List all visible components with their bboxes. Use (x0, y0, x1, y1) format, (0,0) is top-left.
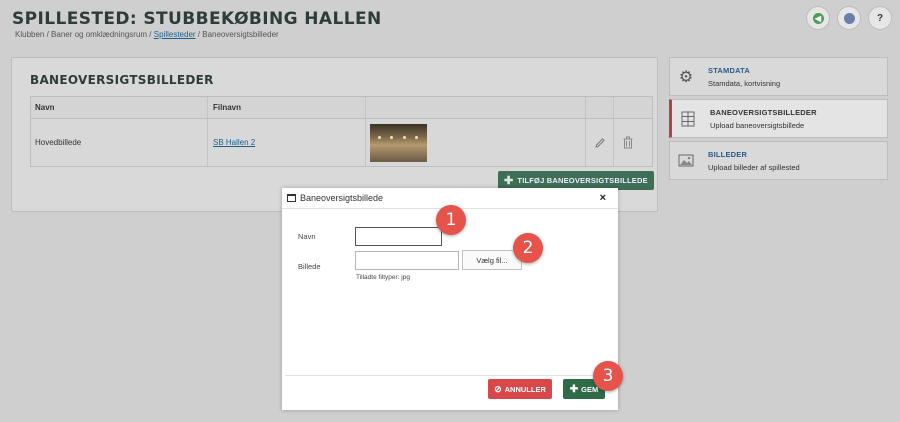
cancel-button[interactable]: ⊘ ANNULLER (488, 379, 552, 399)
arrow-left-icon: ◀ (812, 12, 824, 24)
header-delete (614, 97, 642, 118)
sidebar-item-billeder[interactable]: BILLEDER Upload billeder af spillested (669, 141, 888, 180)
sidebar-item-subtitle: Upload baneoversigtsbillede (710, 120, 805, 130)
breadcrumb-link-spillesteder[interactable]: Spillesteder (154, 30, 196, 39)
trash-icon (623, 136, 633, 149)
name-label: Navn (298, 232, 316, 241)
cancel-label: ANNULLER (504, 384, 546, 394)
allowed-filetypes-hint: Tilladte filtyper: jpg (356, 274, 410, 281)
name-input[interactable] (355, 227, 442, 246)
plus-icon: ✚ (504, 175, 514, 187)
file-path-field[interactable] (355, 251, 459, 270)
breadcrumb-prefix: Klubben / Baner og omklædningsrum / (15, 30, 154, 39)
callout-badge-2: 2 (513, 233, 543, 263)
table-row: Hovedbillede SB Hallen 2 (31, 119, 652, 166)
top-toolbar: ◀ ? (806, 6, 892, 30)
ban-icon: ⊘ (494, 383, 502, 394)
window-icon (287, 194, 296, 202)
save-label: GEM (581, 384, 599, 394)
pencil-icon (594, 137, 605, 148)
callout-badge-1: 1 (436, 205, 466, 235)
header-preview (366, 97, 586, 118)
page-title: SPILLESTED: STUBBEKØBING HALLEN (12, 9, 382, 29)
help-button[interactable]: ? (868, 6, 892, 30)
breadcrumb: Klubben / Baner og omklædningsrum / Spil… (15, 30, 279, 39)
plus-icon: ✚ (569, 383, 579, 395)
edit-button[interactable] (586, 119, 614, 166)
image-icon (670, 154, 702, 167)
court-thumbnail (370, 123, 427, 162)
add-button-label: TILFØJ BANEOVERSIGTSBILLEDE (517, 176, 648, 185)
sidebar-item-subtitle: Stamdata, kortvisning (708, 78, 781, 88)
table-header: Navn Filnavn (31, 97, 652, 119)
court-icon (672, 111, 704, 127)
sidebar-item-baneoversigtsbilleder[interactable]: BANEOVERSIGTSBILLEDER Upload baneoversig… (669, 99, 888, 138)
sidebar-item-title: BILLEDER (708, 149, 748, 159)
gear-icon: ⚙ (678, 68, 694, 86)
row-name: Hovedbillede (31, 119, 208, 166)
dialog-title: Baneoversigtsbillede (300, 193, 384, 203)
callout-badge-3: 3 (593, 361, 623, 391)
close-button[interactable]: × (600, 192, 606, 204)
dialog-footer-divider (285, 375, 615, 376)
sidebar-item-subtitle: Upload billeder af spillested (708, 162, 800, 172)
image-label: Billede (298, 262, 321, 271)
header-navn: Navn (31, 97, 208, 118)
delete-button[interactable] (614, 119, 642, 166)
card-title: BANEOVERSIGTSBILLEDER (30, 73, 214, 87)
globe-icon (843, 12, 855, 24)
images-table: Navn Filnavn Hovedbillede SB Hallen 2 (30, 96, 653, 167)
sidebar-item-stamdata[interactable]: ⚙ STAMDATA Stamdata, kortvisning (669, 57, 888, 96)
globe-button[interactable] (837, 6, 861, 30)
breadcrumb-current: / Baneoversigtsbilleder (195, 30, 279, 39)
header-edit (586, 97, 614, 118)
row-file-link[interactable]: SB Hallen 2 (213, 138, 255, 147)
back-button[interactable]: ◀ (806, 6, 830, 30)
sidebar-item-title: BANEOVERSIGTSBILLEDER (710, 107, 817, 117)
header-filnavn: Filnavn (208, 97, 366, 118)
sidebar-item-title: STAMDATA (708, 65, 751, 75)
